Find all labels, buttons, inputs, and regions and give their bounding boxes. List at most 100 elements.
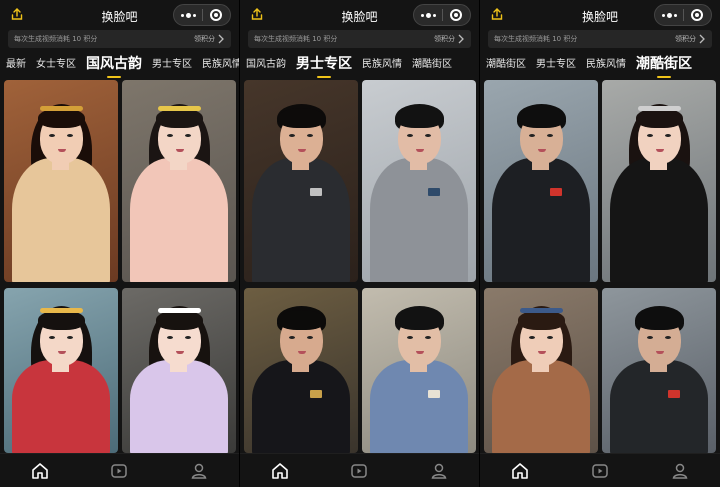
ornament-shape (40, 106, 83, 111)
ornament-shape (550, 188, 562, 196)
card-person (122, 80, 236, 282)
bottom-nav (0, 453, 239, 487)
mini-program-capsule (654, 4, 712, 26)
eye-shape (407, 336, 413, 339)
mouth-shape (298, 351, 306, 354)
body-shape (130, 158, 228, 282)
template-card[interactable] (484, 80, 598, 282)
profile-icon[interactable] (670, 461, 690, 481)
category-tabs: 潮酷街区 男士专区 民族风情 潮酷街区 (480, 48, 720, 78)
more-icon[interactable] (174, 12, 202, 18)
eye-shape (49, 336, 55, 339)
category-tab[interactable]: 潮酷街区 (636, 53, 692, 78)
template-card[interactable] (4, 288, 118, 453)
category-tab[interactable]: 男士专区 (152, 55, 192, 78)
card-person (244, 288, 358, 453)
ornament-shape (520, 308, 563, 313)
card-person (484, 80, 598, 282)
home-icon[interactable] (270, 461, 290, 481)
category-tab[interactable]: 民族风情 (202, 55, 239, 78)
template-card[interactable] (602, 288, 716, 453)
more-icon[interactable] (655, 12, 683, 18)
template-card[interactable] (122, 288, 236, 453)
body-shape (130, 360, 228, 453)
category-tab[interactable]: 女士专区 (36, 55, 76, 78)
video-icon[interactable] (349, 461, 369, 481)
profile-icon[interactable] (189, 461, 209, 481)
eye-shape (307, 336, 313, 339)
template-card[interactable] (602, 80, 716, 282)
template-grid (480, 80, 720, 453)
points-notice[interactable]: 每次生成视频消耗 10 积分 领积分 (248, 30, 471, 48)
get-points-link[interactable]: 领积分 (194, 34, 215, 44)
eye-shape (665, 336, 671, 339)
more-icon[interactable] (414, 12, 442, 18)
category-tab[interactable]: 男士专区 (296, 53, 352, 78)
mini-program-capsule (413, 4, 471, 26)
eye-shape (665, 134, 671, 137)
card-person (122, 288, 236, 453)
body-shape (492, 158, 590, 282)
ornament-shape (668, 390, 680, 398)
category-tab[interactable]: 最新 (6, 55, 26, 78)
phone-screen-2: 换脸吧 每次生成视频消耗 10 积分 领积分 国风古韵 男士专区 民族风情 潮酷街区 (240, 0, 480, 487)
hair-top-shape (38, 108, 85, 128)
category-tab[interactable]: 潮酷街区 (486, 55, 526, 78)
eye-shape (529, 134, 535, 137)
category-tab[interactable]: 民族风情 (586, 55, 626, 78)
eye-shape (647, 336, 653, 339)
close-icon[interactable] (443, 9, 470, 21)
template-card[interactable] (244, 80, 358, 282)
ornament-shape (310, 390, 322, 398)
hair-top-shape (156, 108, 203, 128)
eye-shape (289, 134, 295, 137)
card-person (362, 80, 476, 282)
ornament-shape (158, 106, 201, 111)
category-tab[interactable]: 民族风情 (362, 55, 402, 78)
eye-shape (289, 336, 295, 339)
template-card[interactable] (122, 80, 236, 282)
close-icon[interactable] (203, 9, 230, 21)
category-tab[interactable]: 男士专区 (536, 55, 576, 78)
category-tab[interactable]: 潮酷街区 (412, 55, 452, 78)
mouth-shape (538, 149, 546, 152)
body-shape (252, 360, 350, 453)
eye-shape (167, 336, 173, 339)
ornament-shape (428, 188, 440, 196)
template-card[interactable] (484, 288, 598, 453)
get-points-link[interactable]: 领积分 (434, 34, 455, 44)
eye-shape (49, 134, 55, 137)
category-tabs: 国风古韵 男士专区 民族风情 潮酷街区 (240, 48, 479, 78)
eye-shape (67, 336, 73, 339)
mouth-shape (416, 351, 424, 354)
template-card[interactable] (362, 80, 476, 282)
eye-shape (425, 134, 431, 137)
points-notice[interactable]: 每次生成视频消耗 10 积分 领积分 (8, 30, 231, 48)
get-points-link[interactable]: 领积分 (675, 34, 696, 44)
body-shape (252, 158, 350, 282)
eye-shape (185, 134, 191, 137)
hair-top-shape (518, 310, 565, 330)
home-icon[interactable] (30, 461, 50, 481)
eye-shape (647, 134, 653, 137)
body-shape (12, 360, 110, 453)
top-bar: 换脸吧 (480, 0, 720, 30)
video-icon[interactable] (109, 461, 129, 481)
template-card[interactable] (362, 288, 476, 453)
points-notice[interactable]: 每次生成视频消耗 10 积分 领积分 (488, 30, 712, 48)
eye-shape (547, 336, 553, 339)
close-icon[interactable] (684, 9, 711, 21)
body-shape (610, 158, 708, 282)
category-tab[interactable]: 国风古韵 (86, 53, 142, 78)
home-icon[interactable] (510, 461, 530, 481)
video-icon[interactable] (590, 461, 610, 481)
template-card[interactable] (244, 288, 358, 453)
template-card[interactable] (4, 80, 118, 282)
category-tab[interactable]: 国风古韵 (246, 55, 286, 78)
mouth-shape (176, 351, 184, 354)
card-person (602, 80, 716, 282)
eye-shape (547, 134, 553, 137)
ornament-shape (638, 106, 681, 111)
profile-icon[interactable] (429, 461, 449, 481)
body-shape (610, 360, 708, 453)
